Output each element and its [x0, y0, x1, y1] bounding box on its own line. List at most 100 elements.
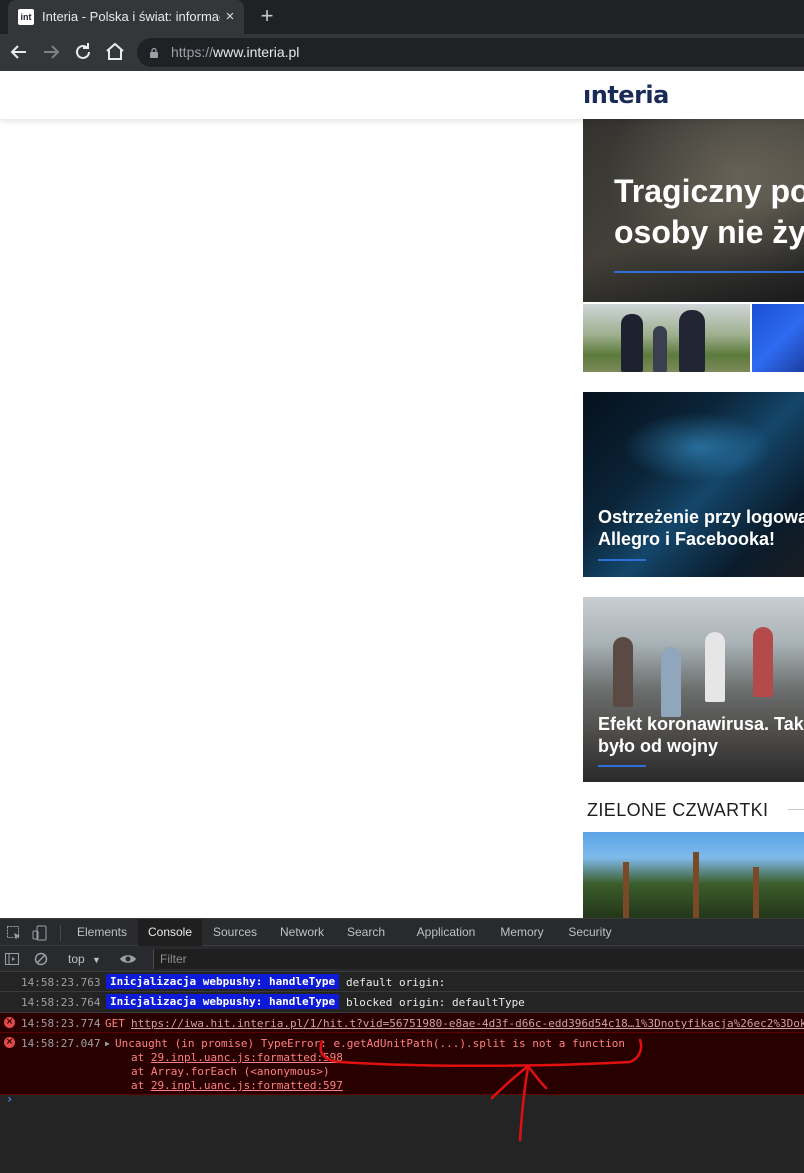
browser-tab[interactable]: int Interia - Polska i świat: informacje…	[8, 0, 244, 34]
article-underline	[598, 765, 646, 767]
tree-trunk	[693, 852, 699, 918]
stack-prefix: at	[131, 1079, 151, 1092]
screen-glow	[623, 412, 773, 482]
address-bar[interactable]: https://www.interia.pl	[137, 38, 804, 67]
home-icon[interactable]	[103, 40, 127, 64]
log-timestamp: 14:58:27.047	[21, 1037, 101, 1050]
figure-shape	[613, 637, 633, 707]
hero-article[interactable]: Tragiczny poś osoby nie żyją	[583, 119, 804, 302]
thumbnail-blue[interactable]	[752, 304, 804, 372]
console-log-row: 14:58:23.763 Inicjalizacja webpushy: han…	[0, 972, 804, 992]
console-log-row: 14:58:23.764 Inicjalizacja webpushy: han…	[0, 992, 804, 1013]
devtools-tab-bar: Elements Console Sources Network Search …	[0, 918, 804, 946]
log-badge: Inicjalizacja webpushy: handleType	[106, 974, 340, 989]
tab-sources[interactable]: Sources	[204, 919, 266, 946]
address-url[interactable]: https://www.interia.pl	[171, 44, 299, 61]
clear-console-icon[interactable]	[33, 951, 49, 967]
hero-title: Tragiczny poś osoby nie żyją	[614, 171, 804, 253]
hero-underline	[614, 271, 804, 273]
tab-network[interactable]: Network	[268, 919, 336, 946]
log-text: default origin:	[346, 976, 446, 989]
device-toolbar-icon[interactable]	[32, 925, 48, 941]
tree-trunk	[753, 867, 759, 918]
page-viewport: ınteria Tragiczny poś osoby nie żyją	[0, 71, 804, 918]
forward-arrow-icon[interactable]	[39, 40, 63, 64]
log-timestamp: 14:58:23.774	[21, 1017, 101, 1030]
log-timestamp: 14:58:23.763	[21, 976, 101, 989]
section-title[interactable]: ZIELONE CZWARTKI	[587, 799, 768, 821]
thumbnail-politicians[interactable]	[583, 304, 750, 372]
figure-shape	[679, 310, 705, 372]
interia-logo[interactable]: ınteria	[583, 81, 669, 109]
live-expression-eye-icon[interactable]	[119, 951, 137, 967]
inspect-element-icon[interactable]	[6, 925, 22, 941]
hero-title-line: osoby nie żyją	[614, 214, 804, 250]
site-header: ınteria	[0, 71, 804, 119]
chevron-down-icon: ▼	[92, 955, 101, 965]
error-icon: ×	[4, 1017, 15, 1028]
tab-close-icon[interactable]: ×	[222, 8, 238, 26]
figure-shape	[661, 647, 681, 717]
tab-console[interactable]: Console	[138, 919, 202, 946]
tab-title: Interia - Polska i świat: informacje	[42, 9, 220, 24]
browser-tab-strip: int Interia - Polska i świat: informacje…	[0, 0, 804, 34]
news-column: Tragiczny poś osoby nie żyją Ostrzeżenie…	[583, 119, 804, 918]
section-image-trees[interactable]	[583, 832, 804, 918]
article-title-line: Allegro i Facebooka!	[598, 529, 776, 549]
request-method: GET	[105, 1017, 125, 1030]
interia-favicon-icon: int	[18, 9, 34, 25]
log-timestamp: 14:58:23.764	[21, 996, 101, 1009]
tab-application[interactable]: Application	[408, 919, 484, 946]
console-toolbar: top ▼ Filter	[0, 946, 804, 972]
error-message: Uncaught (in promise) TypeError: e.getAd…	[115, 1037, 625, 1050]
console-filter-input[interactable]: Filter	[153, 949, 804, 969]
stack-prefix: at	[131, 1051, 151, 1064]
console-prompt[interactable]: ›	[6, 1092, 13, 1106]
tab-search[interactable]: Search	[338, 919, 394, 946]
tab-security[interactable]: Security	[560, 919, 620, 946]
stack-frame: at Array.forEach (<anonymous>)	[131, 1065, 330, 1078]
tab-elements[interactable]: Elements	[68, 919, 136, 946]
console-error-row: × 14:58:23.774 GET https://iwa.hit.inter…	[0, 1013, 804, 1033]
tab-memory[interactable]: Memory	[490, 919, 554, 946]
browser-toolbar: https://www.interia.pl	[0, 34, 804, 71]
lock-icon	[150, 47, 158, 58]
stack-link[interactable]: 29.inpl.uanc.js:formatted:597	[151, 1079, 343, 1092]
section-divider	[788, 809, 804, 810]
error-icon: ×	[4, 1037, 15, 1048]
thumbnail-row	[583, 304, 804, 372]
log-text: blocked origin: defaultType	[346, 996, 525, 1009]
article-card-coronavirus[interactable]: Efekt koronawirusa. Tak było od wojny	[583, 597, 804, 782]
toolbar-divider	[60, 925, 61, 941]
stack-frame: at 29.inpl.uanc.js:formatted:597	[131, 1079, 343, 1092]
context-label: top	[68, 952, 85, 966]
reload-icon[interactable]	[71, 40, 95, 64]
stack-link[interactable]: 29.inpl.uanc.js:formatted:598	[151, 1051, 343, 1064]
figure-shape	[653, 326, 667, 372]
new-tab-icon[interactable]: +	[255, 5, 279, 29]
hero-title-line: Tragiczny poś	[614, 173, 804, 209]
article-title: Efekt koronawirusa. Tak było od wojny	[598, 713, 804, 757]
console-error-row: × 14:58:27.047 ▶ Uncaught (in promise) T…	[0, 1033, 804, 1095]
article-title-line: było od wojny	[598, 736, 718, 756]
figure-shape	[753, 627, 773, 697]
devtools-panel: Elements Console Sources Network Search …	[0, 918, 804, 1173]
url-scheme: https://	[171, 44, 214, 60]
article-underline	[598, 559, 646, 561]
article-title-line: Ostrzeżenie przy logowa	[598, 507, 804, 527]
context-selector[interactable]: top ▼	[68, 950, 101, 968]
log-badge: Inicjalizacja webpushy: handleType	[106, 994, 340, 1009]
article-title-line: Efekt koronawirusa. Tak	[598, 714, 804, 734]
figure-shape	[705, 632, 725, 702]
article-card-phishing[interactable]: Ostrzeżenie przy logowa Allegro i Facebo…	[583, 392, 804, 577]
request-url-link[interactable]: https://iwa.hit.interia.pl/1/hit.t?vid=5…	[131, 1017, 804, 1030]
expand-caret-icon[interactable]: ▶	[105, 1039, 110, 1048]
back-arrow-icon[interactable]	[7, 40, 31, 64]
console-output: 14:58:23.763 Inicjalizacja webpushy: han…	[0, 972, 804, 1173]
tree-trunk	[623, 862, 629, 918]
article-title: Ostrzeżenie przy logowa Allegro i Facebo…	[598, 506, 804, 550]
stack-prefix: at Array.forEach (<anonymous>)	[131, 1065, 330, 1078]
stack-frame: at 29.inpl.uanc.js:formatted:598	[131, 1051, 343, 1064]
sidebar-toggle-icon[interactable]	[4, 951, 20, 967]
screenshot-frame: int Interia - Polska i świat: informacje…	[0, 0, 804, 1173]
